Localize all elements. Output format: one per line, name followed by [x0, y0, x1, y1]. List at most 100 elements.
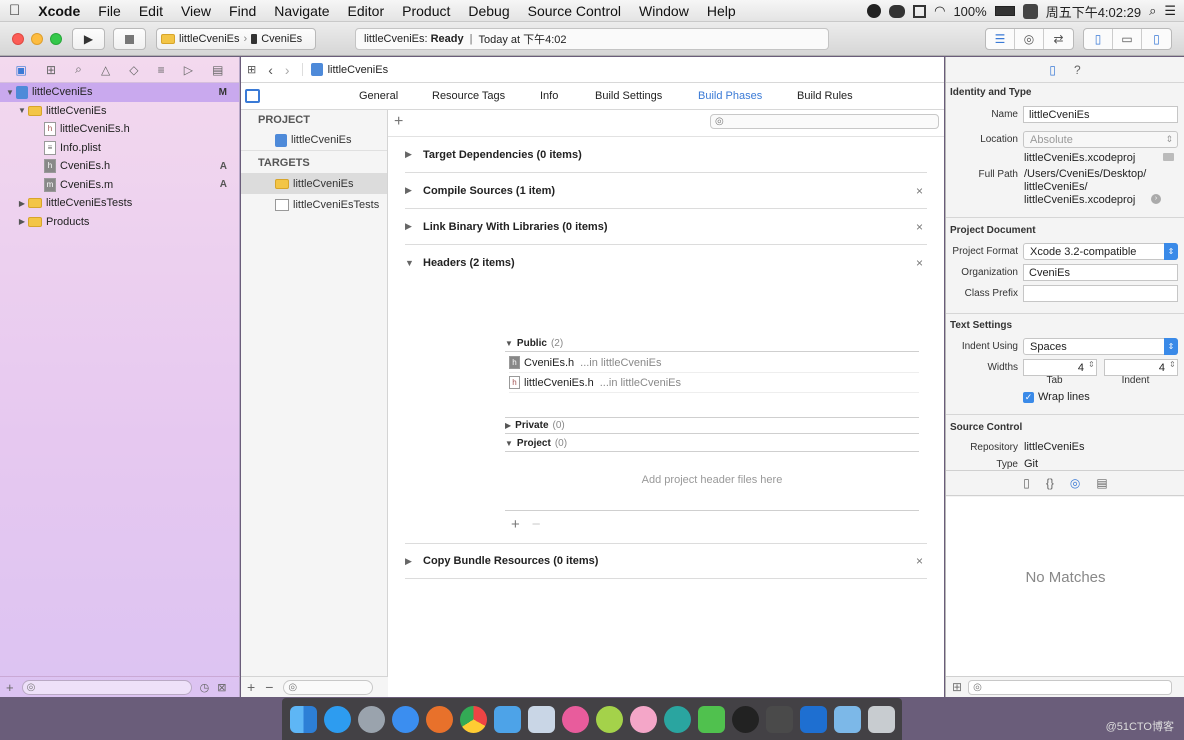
menu-source-control[interactable]: Source Control [519, 3, 630, 19]
disclosure-closed-icon[interactable]: ▶ [16, 217, 28, 226]
name-field[interactable]: littleCveniEs [1023, 106, 1178, 123]
finder-icon[interactable] [289, 705, 317, 733]
delete-phase-icon[interactable]: × [916, 220, 923, 234]
tab-general[interactable]: General [359, 90, 398, 102]
tab-build-phases[interactable]: Build Phases [698, 90, 762, 102]
disclosure-open-icon[interactable]: ▼ [4, 88, 16, 97]
tree-item-file[interactable]: h littleCveniEs.h [0, 120, 239, 139]
disclosure-open-icon[interactable]: ▼ [405, 258, 423, 268]
minimize-window-button[interactable] [31, 33, 43, 45]
tree-item-file[interactable]: ≡ Info.plist [0, 139, 239, 158]
target-row[interactable]: littleCveniEsTests [241, 194, 387, 215]
project-navigator-icon[interactable]: ▣ [16, 63, 27, 77]
debug-navigator-icon[interactable]: ≡ [158, 63, 165, 77]
assistant-editor-icon[interactable]: ◎ [1015, 29, 1044, 49]
apple-menu-icon[interactable]:  [0, 2, 29, 19]
add-phase-icon[interactable]: + [394, 113, 403, 131]
launchpad-icon[interactable] [357, 705, 385, 733]
stop-button[interactable] [113, 28, 146, 50]
disclosure-closed-icon[interactable]: ▶ [405, 149, 423, 160]
quick-help-icon[interactable]: ? [1074, 63, 1081, 77]
tab-build-rules[interactable]: Build Rules [797, 90, 853, 102]
file-template-library-icon[interactable]: ▯ [1023, 476, 1030, 490]
breadcrumb[interactable]: littleCveniEs [301, 63, 388, 76]
chrome-icon[interactable] [459, 705, 487, 733]
folder-icon[interactable] [1163, 153, 1174, 161]
battery-percent[interactable]: 100% [953, 4, 986, 19]
menu-editor[interactable]: Editor [339, 3, 394, 19]
headers-public-group[interactable]: ▼ Public (2) [505, 336, 919, 352]
standard-editor-icon[interactable]: ☰ [986, 29, 1015, 49]
disclosure-open-icon[interactable]: ▼ [505, 339, 513, 348]
project-row[interactable]: littleCveniEs [241, 130, 387, 151]
tree-app-icon[interactable] [663, 705, 691, 733]
disclosure-closed-icon[interactable]: ▶ [505, 421, 511, 430]
maps-icon[interactable] [595, 705, 623, 733]
trash-icon[interactable] [867, 705, 895, 733]
related-items-icon[interactable]: ⊞ [247, 63, 256, 76]
phase-headers[interactable]: ▼ Headers (2 items) × [405, 245, 927, 281]
reveal-arrow-icon[interactable]: › [1151, 194, 1161, 204]
headers-private-group[interactable]: ▶ Private (0) [505, 417, 919, 434]
input-method-icon[interactable] [1022, 3, 1038, 19]
wrap-lines-checkbox[interactable]: ✓ Wrap lines [1023, 391, 1090, 403]
phases-filter-input[interactable]: ◎ [710, 114, 939, 129]
remove-header-icon[interactable]: − [532, 516, 541, 533]
menu-product[interactable]: Product [393, 3, 459, 19]
tab-width-field[interactable]: 4 [1023, 359, 1097, 376]
disclosure-closed-icon[interactable]: ▶ [405, 556, 423, 567]
disclosure-closed-icon[interactable]: ▶ [405, 221, 423, 232]
menu-debug[interactable]: Debug [459, 3, 518, 19]
app-store-icon[interactable] [323, 705, 351, 733]
tree-item-group[interactable]: ▶ Products [0, 213, 239, 232]
grid-view-icon[interactable]: ⊞ [952, 680, 962, 694]
add-header-icon[interactable]: + [511, 516, 520, 533]
menu-edit[interactable]: Edit [130, 3, 172, 19]
phase-link-binary[interactable]: ▶ Link Binary With Libraries (0 items) × [405, 209, 927, 245]
media-library-icon[interactable]: ▤ [1096, 476, 1107, 490]
remove-target-icon[interactable]: − [265, 679, 273, 695]
object-library-icon[interactable]: ◎ [1070, 476, 1080, 490]
delete-phase-icon[interactable]: × [916, 256, 923, 270]
phase-target-dependencies[interactable]: ▶ Target Dependencies (0 items) [405, 137, 927, 173]
class-prefix-field[interactable] [1023, 285, 1178, 302]
menu-file[interactable]: File [89, 3, 130, 19]
firefox-icon[interactable] [425, 705, 453, 733]
navigator-toggle-icon[interactable]: ▯ [1084, 29, 1113, 49]
close-window-button[interactable] [12, 33, 24, 45]
tree-item-group[interactable]: ▶ littleCveniEsTests [0, 194, 239, 213]
disclosure-closed-icon[interactable]: ▶ [16, 199, 28, 208]
menu-view[interactable]: View [172, 3, 220, 19]
header-file-row[interactable]: h littleCveniEs.h ...in littleCveniEs [509, 373, 919, 393]
tree-item-file[interactable]: m CveniEs.m A [0, 176, 239, 195]
safari-icon[interactable] [391, 705, 419, 733]
headers-project-group[interactable]: ▼ Project (0) [505, 435, 919, 452]
tab-stepper-icon[interactable]: ⇕ [1088, 360, 1095, 369]
tab-build-settings[interactable]: Build Settings [595, 90, 662, 102]
downloads-folder-icon[interactable] [833, 705, 861, 733]
menu-find[interactable]: Find [220, 3, 265, 19]
toggle-targets-icon[interactable] [245, 89, 260, 103]
navigator-filter-input[interactable]: ◎ [21, 679, 192, 695]
delete-phase-icon[interactable]: × [916, 554, 923, 568]
scheme-selector[interactable]: littleCveniEs › CveniEs [156, 28, 316, 50]
itunes-icon[interactable] [561, 705, 589, 733]
wechat-icon[interactable] [697, 705, 725, 733]
spotlight-icon[interactable]: ⌕ [1149, 3, 1156, 19]
recent-files-icon[interactable]: ◷ [200, 681, 210, 694]
tree-item-file[interactable]: h CveniEs.h A [0, 157, 239, 176]
indent-stepper-icon[interactable]: ⇕ [1169, 360, 1176, 369]
menu-navigate[interactable]: Navigate [265, 3, 338, 19]
add-icon[interactable]: + [6, 680, 14, 695]
project-format-select[interactable]: Xcode 3.2-compatible ⇕ [1023, 243, 1178, 260]
symbol-navigator-icon[interactable]: ⊞ [46, 63, 56, 77]
tab-resource-tags[interactable]: Resource Tags [432, 90, 505, 102]
disclosure-open-icon[interactable]: ▼ [16, 106, 28, 115]
tree-item-group[interactable]: ▼ littleCveniEs [0, 102, 239, 121]
debug-area-toggle-icon[interactable]: ▭ [1113, 29, 1142, 49]
location-select[interactable]: Absolute ⇕ [1023, 131, 1178, 148]
qq-icon[interactable] [731, 705, 759, 733]
targets-filter-input[interactable]: ◎ [283, 679, 374, 695]
flower-app-icon[interactable] [629, 705, 657, 733]
teamviewer-icon[interactable] [799, 705, 827, 733]
